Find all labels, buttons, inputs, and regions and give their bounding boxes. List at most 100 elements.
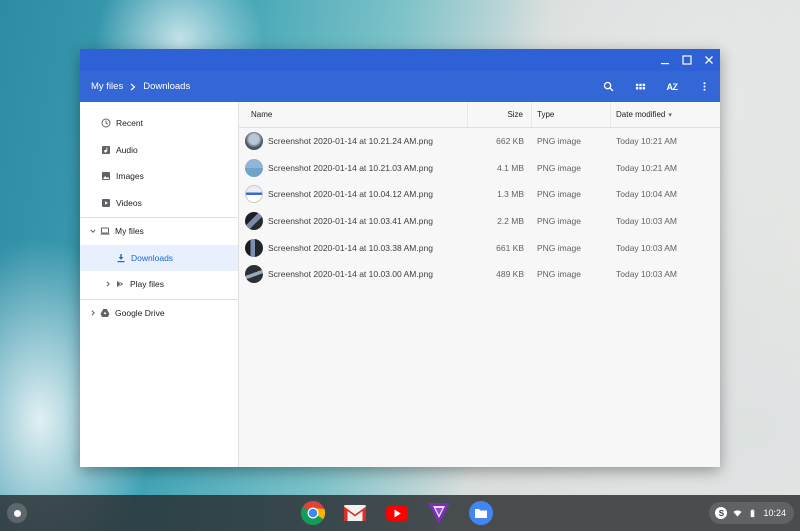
sidebar-item-label: Videos <box>116 197 142 208</box>
sidebar-item-label: My files <box>115 226 144 237</box>
file-date: Today 10:03 AM <box>616 242 677 253</box>
image-thumbnail-icon <box>245 185 263 204</box>
sidebar-item-audio[interactable]: Audio <box>80 137 238 164</box>
shelf-app-youtube[interactable] <box>383 499 411 527</box>
file-date: Today 10:21 AM <box>616 162 677 173</box>
chevron-right-icon[interactable] <box>104 279 112 289</box>
file-list: Name Size Type Date modified ▾ Screensho… <box>239 102 720 467</box>
table-row[interactable]: Screenshot 2020-01-14 at 10.03.00 AM.png… <box>239 261 720 288</box>
column-header-size[interactable]: Size <box>468 102 532 127</box>
column-type-label: Type <box>537 110 555 119</box>
sidebar: Recent Audio Images Videos My files Down… <box>80 102 239 467</box>
search-button[interactable] <box>592 71 624 102</box>
chevron-right-icon <box>130 83 136 91</box>
status-tray[interactable]: S 10:24 <box>709 502 794 524</box>
sidebar-item-my-files[interactable]: My files <box>80 218 238 245</box>
table-row[interactable]: Screenshot 2020-01-14 at 10.21.24 AM.png… <box>239 128 720 155</box>
sidebar-item-images[interactable]: Images <box>80 163 238 190</box>
file-size: 1.3 MB <box>497 189 524 200</box>
shelf-app-chrome[interactable] <box>299 499 327 527</box>
shelf-app-gmail[interactable] <box>341 499 369 527</box>
column-date-label: Date modified <box>616 110 666 119</box>
sidebar-item-videos[interactable]: Videos <box>80 190 238 217</box>
gmail-icon <box>344 505 366 521</box>
table-row[interactable]: Screenshot 2020-01-14 at 10.21.03 AM.png… <box>239 155 720 182</box>
battery-icon <box>751 509 755 517</box>
file-type: PNG image <box>537 136 581 147</box>
file-size: 662 KB <box>496 136 524 147</box>
laptop-icon <box>100 226 110 236</box>
wifi-icon <box>733 509 743 517</box>
clock-icon <box>101 118 111 128</box>
column-header-date-modified[interactable]: Date modified ▾ <box>611 102 720 127</box>
minimize-button[interactable] <box>654 49 676 71</box>
grid-view-button[interactable] <box>624 71 656 102</box>
grid-view-icon <box>635 83 645 90</box>
column-header-type[interactable]: Type <box>532 102 611 127</box>
title-bar <box>80 49 720 71</box>
sort-descending-icon: ▾ <box>668 111 672 119</box>
app-toolbar: My files Downloads AZ <box>80 71 720 102</box>
file-type: PNG image <box>537 189 581 200</box>
chevron-down-icon[interactable] <box>89 226 97 236</box>
sidebar-item-play-files[interactable]: Play files <box>80 271 238 298</box>
table-row[interactable]: Screenshot 2020-01-14 at 10.03.38 AM.png… <box>239 234 720 261</box>
sidebar-item-label: Audio <box>116 144 138 155</box>
maximize-button[interactable] <box>676 49 698 71</box>
chevron-right-icon[interactable] <box>89 308 97 318</box>
sidebar-item-label: Play files <box>130 279 165 290</box>
breadcrumb-my-files[interactable]: My files <box>91 81 123 92</box>
file-date: Today 10:03 AM <box>616 269 677 280</box>
video-icon <box>101 198 111 208</box>
audio-icon <box>101 145 111 155</box>
sidebar-item-downloads[interactable]: Downloads <box>80 244 238 271</box>
file-size: 661 KB <box>496 242 524 253</box>
close-button[interactable] <box>698 49 720 71</box>
close-icon <box>705 56 713 64</box>
youtube-icon <box>386 506 408 521</box>
file-date: Today 10:03 AM <box>616 216 677 227</box>
file-type: PNG image <box>537 242 581 253</box>
chrome-icon <box>301 501 326 526</box>
file-size: 4.1 MB <box>497 162 524 173</box>
table-row[interactable]: Screenshot 2020-01-14 at 10.03.41 AM.png… <box>239 208 720 235</box>
file-name: Screenshot 2020-01-14 at 10.03.41 AM.png <box>268 216 433 227</box>
image-thumbnail-icon <box>245 158 263 177</box>
file-type: PNG image <box>537 162 581 173</box>
file-size: 489 KB <box>496 269 524 280</box>
launcher-button[interactable] <box>7 503 27 523</box>
files-app-window: My files Downloads AZ Recent Audio Image… <box>80 49 720 467</box>
shelf: S 10:24 <box>0 495 800 531</box>
image-thumbnail-icon <box>245 132 263 151</box>
breadcrumb-downloads[interactable]: Downloads <box>143 81 190 92</box>
column-name-label: Name <box>251 110 273 119</box>
table-row[interactable]: Screenshot 2020-01-14 at 10.04.12 AM.png… <box>239 181 720 208</box>
file-name: Screenshot 2020-01-14 at 10.03.38 AM.png <box>268 242 433 253</box>
image-thumbnail-icon <box>245 265 263 284</box>
sort-button[interactable]: AZ <box>656 71 688 102</box>
sidebar-item-label: Images <box>116 171 144 182</box>
shelf-app-vectr[interactable] <box>425 499 453 527</box>
play-store-icon <box>115 279 125 289</box>
file-date: Today 10:21 AM <box>616 136 677 147</box>
file-size: 2.2 MB <box>497 216 524 227</box>
file-name: Screenshot 2020-01-14 at 10.21.03 AM.png <box>268 162 433 173</box>
file-type: PNG image <box>537 269 581 280</box>
sidebar-item-label: Google Drive <box>115 307 165 318</box>
account-badge: S <box>715 507 728 519</box>
maximize-icon <box>682 55 692 65</box>
minimize-icon <box>661 63 669 65</box>
more-options-button[interactable] <box>688 71 720 102</box>
shelf-app-files[interactable] <box>467 499 495 527</box>
files-icon <box>469 501 493 525</box>
search-icon <box>603 81 613 92</box>
sidebar-item-google-drive[interactable]: Google Drive <box>80 300 238 327</box>
column-header-name[interactable]: Name <box>239 102 468 127</box>
sidebar-item-label: Recent <box>116 118 143 129</box>
file-list-header: Name Size Type Date modified ▾ <box>239 102 720 128</box>
file-name: Screenshot 2020-01-14 at 10.04.12 AM.png <box>268 189 433 200</box>
google-drive-icon <box>100 308 110 318</box>
breadcrumb: My files Downloads <box>91 81 592 92</box>
file-type: PNG image <box>537 216 581 227</box>
sidebar-item-recent[interactable]: Recent <box>80 110 238 137</box>
